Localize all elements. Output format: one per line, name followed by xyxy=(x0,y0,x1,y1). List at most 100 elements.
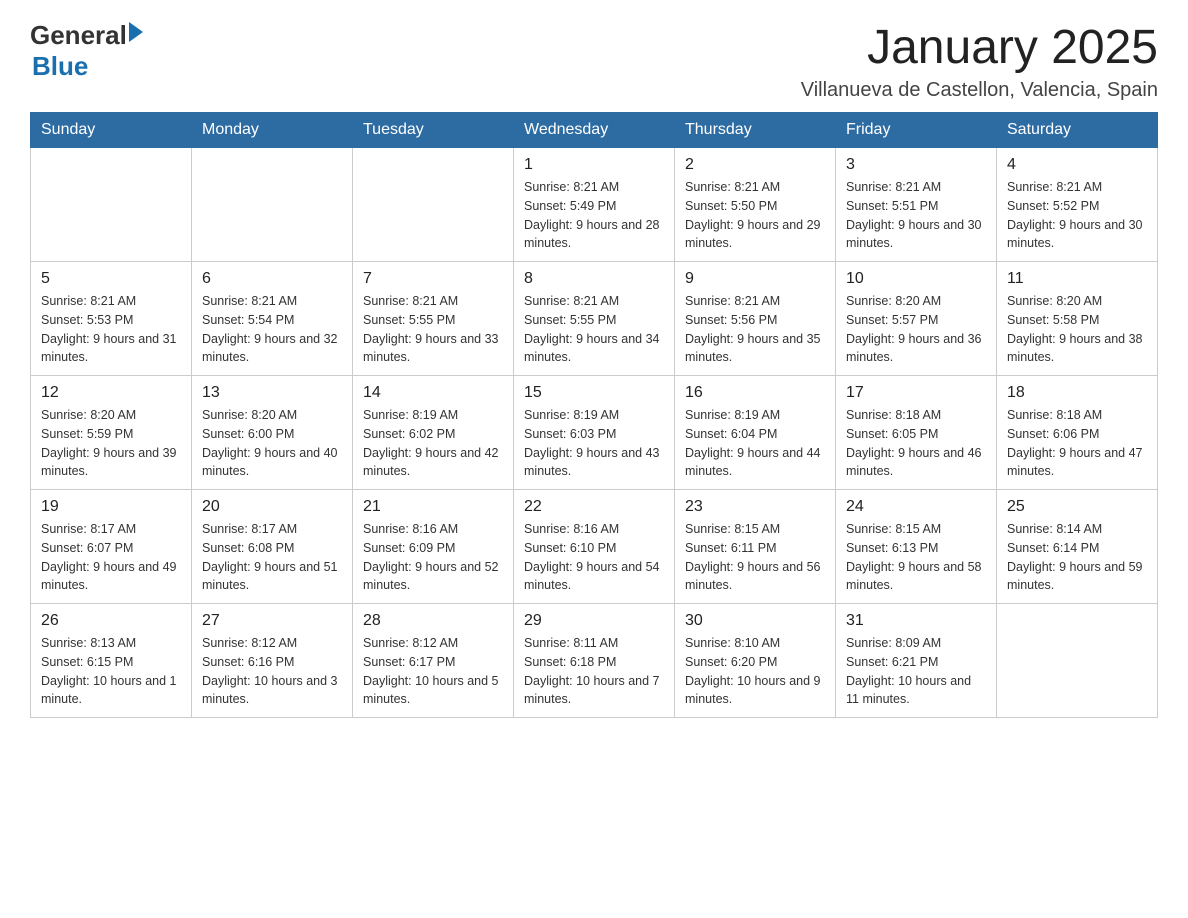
day-info: Sunrise: 8:21 AM Sunset: 5:52 PM Dayligh… xyxy=(1007,178,1147,253)
day-number: 21 xyxy=(363,498,503,516)
col-thursday: Thursday xyxy=(675,113,836,148)
table-row: 11 Sunrise: 8:20 AM Sunset: 5:58 PM Dayli… xyxy=(997,262,1158,376)
day-info: Sunrise: 8:18 AM Sunset: 6:05 PM Dayligh… xyxy=(846,406,986,481)
day-number: 4 xyxy=(1007,156,1147,174)
day-info: Sunrise: 8:21 AM Sunset: 5:54 PM Dayligh… xyxy=(202,292,342,367)
table-row: 20 Sunrise: 8:17 AM Sunset: 6:08 PM Dayli… xyxy=(192,490,353,604)
calendar-week-row: 26 Sunrise: 8:13 AM Sunset: 6:15 PM Dayli… xyxy=(31,604,1158,718)
day-info: Sunrise: 8:21 AM Sunset: 5:51 PM Dayligh… xyxy=(846,178,986,253)
day-info: Sunrise: 8:13 AM Sunset: 6:15 PM Dayligh… xyxy=(41,634,181,709)
day-number: 10 xyxy=(846,270,986,288)
day-number: 6 xyxy=(202,270,342,288)
col-wednesday: Wednesday xyxy=(514,113,675,148)
table-row: 27Sunrise: 8:12 AM Sunset: 6:16 PM Dayli… xyxy=(192,604,353,718)
calendar-week-row: 5 Sunrise: 8:21 AM Sunset: 5:53 PM Daylig… xyxy=(31,262,1158,376)
day-info: Sunrise: 8:17 AM Sunset: 6:07 PM Dayligh… xyxy=(41,520,181,595)
day-number: 28 xyxy=(363,612,503,630)
calendar-table: Sunday Monday Tuesday Wednesday Thursday… xyxy=(30,112,1158,718)
table-row: 7Sunrise: 8:21 AM Sunset: 5:55 PM Daylig… xyxy=(353,262,514,376)
calendar-week-row: 12Sunrise: 8:20 AM Sunset: 5:59 PM Dayli… xyxy=(31,376,1158,490)
table-row xyxy=(31,148,192,262)
day-info: Sunrise: 8:21 AM Sunset: 5:53 PM Dayligh… xyxy=(41,292,181,367)
calendar-header-row: Sunday Monday Tuesday Wednesday Thursday… xyxy=(31,113,1158,148)
logo-blue: Blue xyxy=(32,51,143,82)
day-info: Sunrise: 8:19 AM Sunset: 6:04 PM Dayligh… xyxy=(685,406,825,481)
day-info: Sunrise: 8:21 AM Sunset: 5:49 PM Dayligh… xyxy=(524,178,664,253)
table-row: 14 Sunrise: 8:19 AM Sunset: 6:02 PM Dayli… xyxy=(353,376,514,490)
day-number: 20 xyxy=(202,498,342,516)
table-row: 31Sunrise: 8:09 AM Sunset: 6:21 PM Dayli… xyxy=(836,604,997,718)
day-info: Sunrise: 8:16 AM Sunset: 6:09 PM Dayligh… xyxy=(363,520,503,595)
day-info: Sunrise: 8:12 AM Sunset: 6:17 PM Dayligh… xyxy=(363,634,503,709)
day-number: 25 xyxy=(1007,498,1147,516)
day-info: Sunrise: 8:20 AM Sunset: 6:00 PM Dayligh… xyxy=(202,406,342,481)
day-number: 17 xyxy=(846,384,986,402)
day-info: Sunrise: 8:17 AM Sunset: 6:08 PM Dayligh… xyxy=(202,520,342,595)
day-number: 23 xyxy=(685,498,825,516)
day-number: 26 xyxy=(41,612,181,630)
day-number: 9 xyxy=(685,270,825,288)
col-sunday: Sunday xyxy=(31,113,192,148)
day-info: Sunrise: 8:19 AM Sunset: 6:03 PM Dayligh… xyxy=(524,406,664,481)
day-info: Sunrise: 8:20 AM Sunset: 5:58 PM Dayligh… xyxy=(1007,292,1147,367)
calendar-body: 1 Sunrise: 8:21 AM Sunset: 5:49 PM Daylig… xyxy=(31,148,1158,718)
table-row: 9 Sunrise: 8:21 AM Sunset: 5:56 PM Daylig… xyxy=(675,262,836,376)
table-row: 26 Sunrise: 8:13 AM Sunset: 6:15 PM Dayli… xyxy=(31,604,192,718)
table-row: 3 Sunrise: 8:21 AM Sunset: 5:51 PM Daylig… xyxy=(836,148,997,262)
day-number: 1 xyxy=(524,156,664,174)
logo-arrow-icon xyxy=(129,22,143,42)
day-info: Sunrise: 8:14 AM Sunset: 6:14 PM Dayligh… xyxy=(1007,520,1147,595)
table-row: 28 Sunrise: 8:12 AM Sunset: 6:17 PM Dayli… xyxy=(353,604,514,718)
day-number: 8 xyxy=(524,270,664,288)
day-info: Sunrise: 8:21 AM Sunset: 5:55 PM Dayligh… xyxy=(524,292,664,367)
day-number: 11 xyxy=(1007,270,1147,288)
table-row: 6 Sunrise: 8:21 AM Sunset: 5:54 PM Daylig… xyxy=(192,262,353,376)
table-row: 30 Sunrise: 8:10 AM Sunset: 6:20 PM Dayli… xyxy=(675,604,836,718)
day-info: Sunrise: 8:21 AM Sunset: 5:56 PM Dayligh… xyxy=(685,292,825,367)
day-info: Sunrise: 8:21 AM Sunset: 5:55 PM Dayligh… xyxy=(363,292,503,367)
calendar-week-row: 1 Sunrise: 8:21 AM Sunset: 5:49 PM Daylig… xyxy=(31,148,1158,262)
table-row: 16 Sunrise: 8:19 AM Sunset: 6:04 PM Dayli… xyxy=(675,376,836,490)
table-row xyxy=(353,148,514,262)
table-row: 18Sunrise: 8:18 AM Sunset: 6:06 PM Dayli… xyxy=(997,376,1158,490)
table-row xyxy=(192,148,353,262)
table-row: 12Sunrise: 8:20 AM Sunset: 5:59 PM Dayli… xyxy=(31,376,192,490)
day-number: 5 xyxy=(41,270,181,288)
table-row: 19Sunrise: 8:17 AM Sunset: 6:07 PM Dayli… xyxy=(31,490,192,604)
col-friday: Friday xyxy=(836,113,997,148)
table-row: 21 Sunrise: 8:16 AM Sunset: 6:09 PM Dayli… xyxy=(353,490,514,604)
table-row: 13 Sunrise: 8:20 AM Sunset: 6:00 PM Dayli… xyxy=(192,376,353,490)
table-row: 29Sunrise: 8:11 AM Sunset: 6:18 PM Dayli… xyxy=(514,604,675,718)
day-number: 29 xyxy=(524,612,664,630)
day-info: Sunrise: 8:12 AM Sunset: 6:16 PM Dayligh… xyxy=(202,634,342,709)
table-row: 15 Sunrise: 8:19 AM Sunset: 6:03 PM Dayli… xyxy=(514,376,675,490)
day-number: 14 xyxy=(363,384,503,402)
logo: General Blue xyxy=(30,20,143,82)
title-section: January 2025 Villanueva de Castellon, Va… xyxy=(801,20,1158,102)
table-row xyxy=(997,604,1158,718)
table-row: 2 Sunrise: 8:21 AM Sunset: 5:50 PM Daylig… xyxy=(675,148,836,262)
day-number: 22 xyxy=(524,498,664,516)
day-info: Sunrise: 8:21 AM Sunset: 5:50 PM Dayligh… xyxy=(685,178,825,253)
col-saturday: Saturday xyxy=(997,113,1158,148)
table-row: 22 Sunrise: 8:16 AM Sunset: 6:10 PM Dayli… xyxy=(514,490,675,604)
table-row: 4 Sunrise: 8:21 AM Sunset: 5:52 PM Daylig… xyxy=(997,148,1158,262)
day-number: 15 xyxy=(524,384,664,402)
day-info: Sunrise: 8:16 AM Sunset: 6:10 PM Dayligh… xyxy=(524,520,664,595)
calendar-subtitle: Villanueva de Castellon, Valencia, Spain xyxy=(801,79,1158,102)
day-number: 24 xyxy=(846,498,986,516)
day-number: 13 xyxy=(202,384,342,402)
table-row: 17 Sunrise: 8:18 AM Sunset: 6:05 PM Dayli… xyxy=(836,376,997,490)
table-row: 5 Sunrise: 8:21 AM Sunset: 5:53 PM Daylig… xyxy=(31,262,192,376)
day-info: Sunrise: 8:10 AM Sunset: 6:20 PM Dayligh… xyxy=(685,634,825,709)
calendar-week-row: 19Sunrise: 8:17 AM Sunset: 6:07 PM Dayli… xyxy=(31,490,1158,604)
day-number: 2 xyxy=(685,156,825,174)
table-row: 25 Sunrise: 8:14 AM Sunset: 6:14 PM Dayli… xyxy=(997,490,1158,604)
table-row: 1 Sunrise: 8:21 AM Sunset: 5:49 PM Daylig… xyxy=(514,148,675,262)
table-row: 23Sunrise: 8:15 AM Sunset: 6:11 PM Dayli… xyxy=(675,490,836,604)
day-info: Sunrise: 8:19 AM Sunset: 6:02 PM Dayligh… xyxy=(363,406,503,481)
day-number: 3 xyxy=(846,156,986,174)
day-number: 30 xyxy=(685,612,825,630)
day-number: 16 xyxy=(685,384,825,402)
table-row: 24Sunrise: 8:15 AM Sunset: 6:13 PM Dayli… xyxy=(836,490,997,604)
